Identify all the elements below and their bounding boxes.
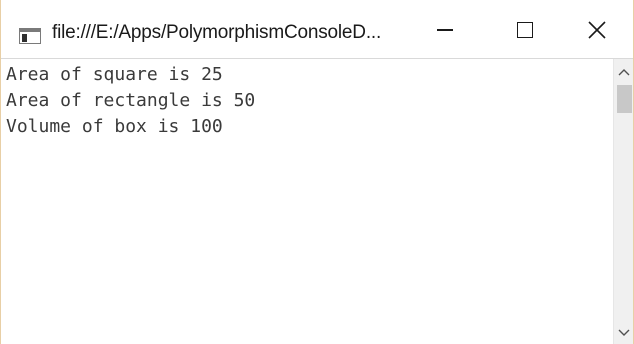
window-title: file:///E:/Apps/PolymorphismConsoleD... — [52, 22, 382, 43]
title-bar[interactable]: file:///E:/Apps/PolymorphismConsoleD... — [1, 0, 633, 60]
maximize-button[interactable] — [485, 0, 565, 60]
console-line: Area of rectangle is 50 — [6, 90, 256, 111]
console-line: Area of square is 25 — [6, 64, 223, 85]
close-icon — [588, 21, 606, 39]
chevron-down-icon — [618, 329, 630, 336]
console-window: file:///E:/Apps/PolymorphismConsoleD... … — [0, 0, 634, 344]
minimize-icon — [437, 29, 453, 31]
minimize-button[interactable] — [405, 0, 485, 60]
maximize-icon — [517, 22, 533, 38]
vertical-scrollbar[interactable] — [613, 59, 633, 344]
scroll-thumb[interactable] — [617, 85, 632, 113]
chevron-up-icon — [618, 69, 630, 76]
scroll-up-button[interactable] — [614, 61, 634, 83]
close-button[interactable] — [561, 0, 633, 60]
console-output[interactable]: Area of square is 25 Area of rectangle i… — [1, 59, 613, 344]
scroll-down-button[interactable] — [614, 322, 634, 344]
console-line: Volume of box is 100 — [6, 116, 223, 137]
console-app-icon[interactable] — [19, 28, 41, 44]
